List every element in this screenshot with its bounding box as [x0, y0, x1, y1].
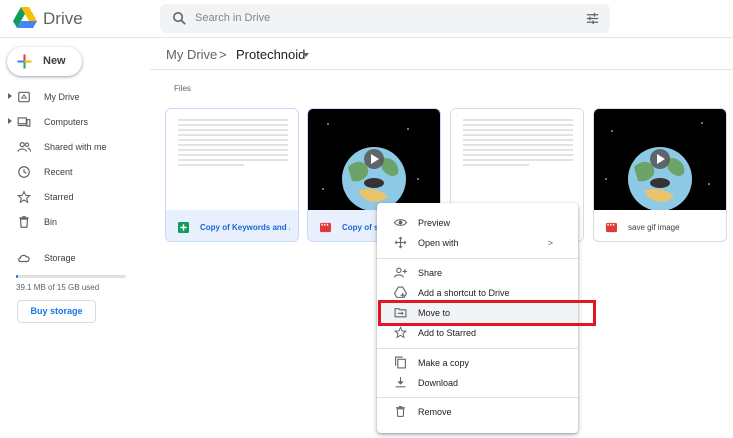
file-card[interactable]: Copy of Keywords and ...: [165, 108, 299, 242]
sidebar-item-my-drive[interactable]: My Drive: [0, 86, 150, 108]
chevron-down-icon[interactable]: [303, 53, 309, 57]
copy-icon: [395, 356, 406, 369]
storage-meter-fill: [16, 275, 19, 278]
breadcrumb-separator: >: [219, 47, 227, 62]
menu-item-remove[interactable]: Remove: [377, 402, 578, 422]
clock-icon: [18, 166, 30, 178]
expand-caret-icon[interactable]: [8, 93, 12, 99]
menu-item-label: Download: [418, 378, 459, 388]
menu-item-add-to-starred[interactable]: Add to Starred: [377, 323, 578, 343]
menu-item-label: Add to Starred: [418, 328, 477, 338]
breadcrumb-current[interactable]: Protechnoid: [236, 47, 305, 62]
star-icon: [394, 326, 407, 339]
search-bar[interactable]: Search in Drive: [160, 4, 610, 33]
cloud-icon: [18, 254, 30, 263]
new-button[interactable]: New: [7, 47, 82, 76]
menu-item-preview[interactable]: Preview: [377, 213, 578, 233]
sidebar-item-label: Recent: [44, 167, 73, 177]
shortcut-icon: [394, 286, 407, 298]
sidebar-item-computers[interactable]: Computers: [0, 111, 150, 133]
plus-icon: [17, 54, 32, 69]
storage-label: Storage: [44, 253, 76, 263]
menu-item-download[interactable]: Download: [377, 373, 578, 393]
search-icon[interactable]: [171, 10, 188, 27]
chevron-right-icon: >: [547, 238, 553, 248]
menu-item-label: Remove: [418, 407, 452, 417]
file-card[interactable]: save gif image: [593, 108, 727, 242]
top-bar: Drive Search in Drive: [0, 0, 733, 38]
trash-icon: [19, 216, 29, 228]
menu-item-label: Preview: [418, 218, 451, 228]
computers-icon: [17, 117, 31, 127]
shared-icon: [17, 142, 31, 152]
menu-item-label: Open with: [418, 238, 459, 248]
sidebar-item-starred[interactable]: Starred: [0, 186, 150, 208]
file-thumbnail: [451, 109, 583, 210]
video-file-icon: [320, 222, 331, 233]
my-drive-icon: [18, 91, 30, 103]
sidebar-item-shared[interactable]: Shared with me: [0, 136, 150, 158]
breadcrumb-root[interactable]: My Drive: [166, 47, 217, 62]
menu-item-make-copy[interactable]: Make a copy: [377, 353, 578, 373]
menu-item-label: Add a shortcut to Drive: [418, 288, 510, 298]
file-name: save gif image: [628, 223, 680, 232]
sidebar-item-recent[interactable]: Recent: [0, 161, 150, 183]
earth-illustration: [322, 123, 419, 211]
sidebar-item-label: Starred: [44, 192, 74, 202]
divider: [150, 69, 733, 70]
star-icon: [17, 190, 31, 204]
storage-usage-text: 39.1 MB of 15 GB used: [16, 283, 100, 292]
files-section-label: Files: [174, 84, 191, 93]
sidebar-item-label: Shared with me: [44, 142, 107, 152]
sidebar-item-bin[interactable]: Bin: [0, 211, 150, 233]
menu-divider: [377, 348, 578, 349]
new-button-label: New: [43, 55, 66, 67]
drive-logo-icon[interactable]: [13, 7, 37, 29]
share-person-icon: [394, 267, 407, 278]
trash-icon: [396, 406, 405, 417]
video-thumbnail: [594, 109, 726, 211]
file-name: Copy of Keywords and ...: [200, 223, 290, 232]
download-icon: [395, 377, 406, 388]
menu-divider: [377, 258, 578, 259]
menu-divider: [377, 397, 578, 398]
sidebar-item-label: Computers: [44, 117, 89, 127]
eye-icon: [394, 219, 407, 226]
sidebar-item-label: Bin: [44, 217, 58, 227]
file-thumbnail: [166, 109, 298, 210]
video-thumbnail: [308, 109, 440, 211]
search-input[interactable]: Search in Drive: [195, 12, 270, 24]
buy-storage-button[interactable]: Buy storage: [17, 300, 96, 323]
earth-illustration: [605, 122, 710, 211]
app-brand[interactable]: Drive: [43, 9, 83, 29]
open-with-icon: [394, 236, 407, 249]
storage-meter: [16, 275, 126, 278]
menu-item-label: Make a copy: [418, 358, 470, 368]
menu-item-share[interactable]: Share: [377, 263, 578, 283]
sheets-icon: [178, 222, 189, 233]
expand-caret-icon[interactable]: [8, 118, 12, 124]
sidebar-item-label: My Drive: [44, 92, 80, 102]
video-file-icon: [606, 222, 617, 233]
menu-item-label: Share: [418, 268, 443, 278]
sidebar-item-storage[interactable]: Storage: [0, 247, 150, 269]
annotation-highlight-box: [378, 300, 596, 326]
search-options-icon[interactable]: [585, 11, 600, 26]
menu-item-open-with[interactable]: Open with >: [377, 233, 578, 253]
